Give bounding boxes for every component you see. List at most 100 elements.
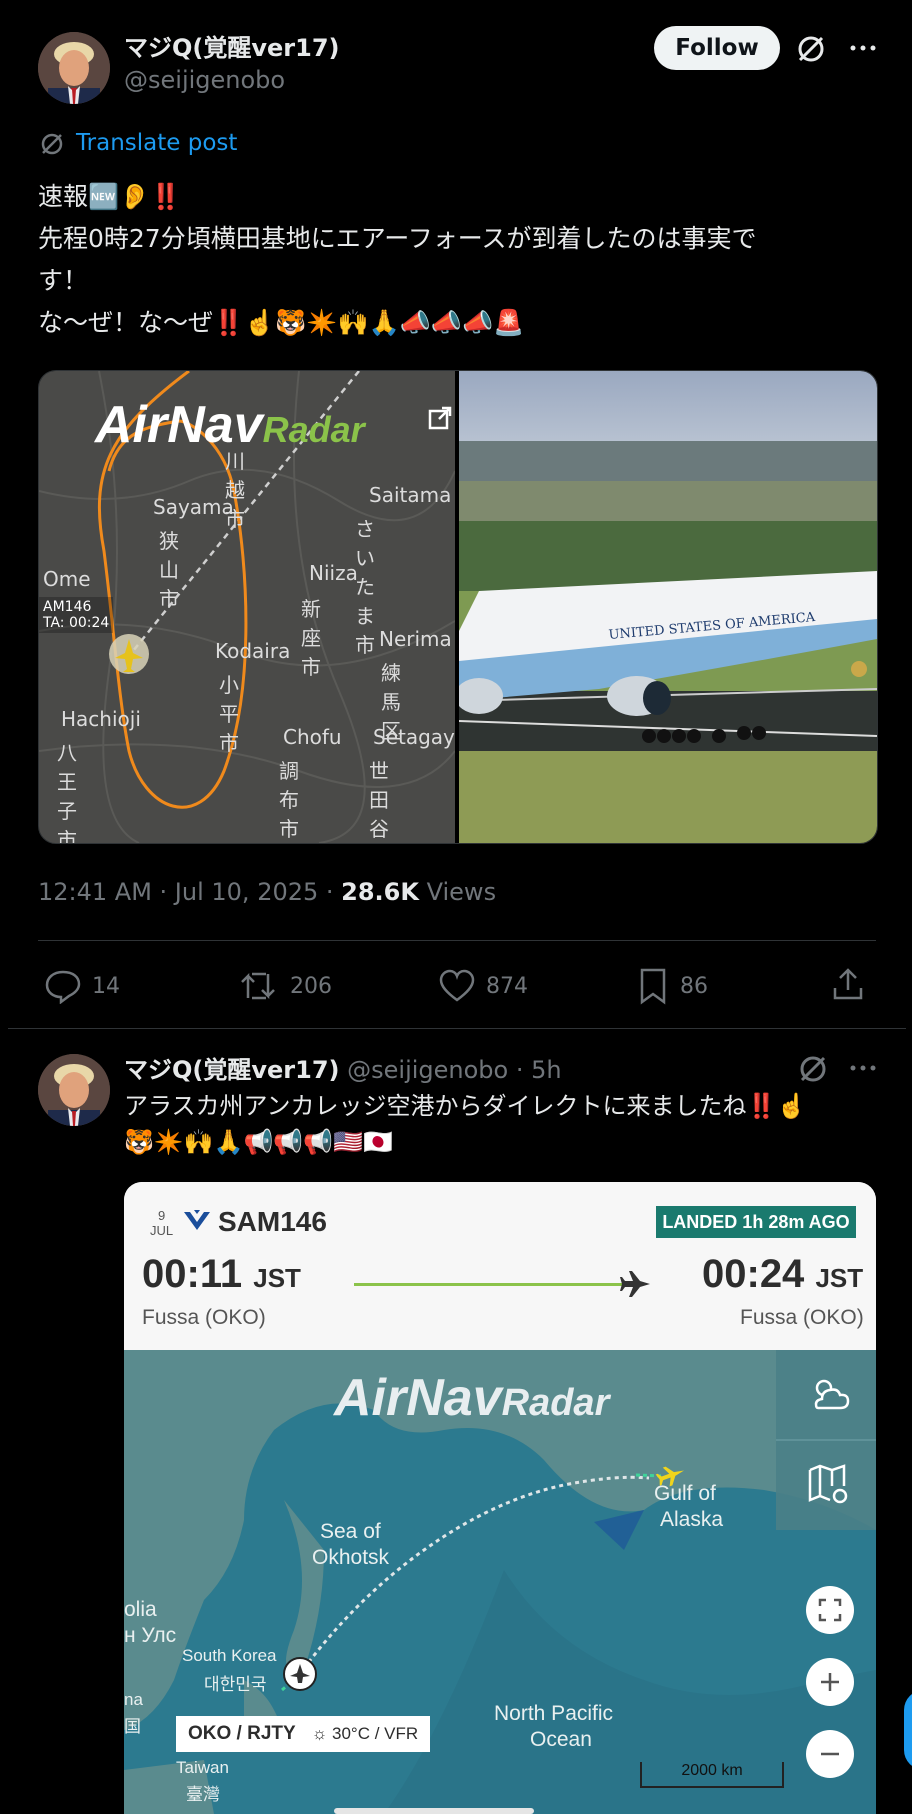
map-label: Kodaira [215, 639, 291, 663]
scroll-indicator [334, 1808, 534, 1814]
station-chip[interactable]: OKO / RJTY ☼ 30°C / VFR [176, 1716, 431, 1752]
bookmark-button[interactable]: 86 [636, 966, 708, 1006]
map-label: Sayama [153, 495, 234, 519]
map-layers-icon [808, 1464, 848, 1504]
repost-button[interactable]: 206 [238, 966, 332, 1006]
reply-button[interactable]: 14 [44, 966, 120, 1006]
tweet-text-line: 速報🆕👂‼️ [38, 182, 182, 211]
departure-time: 00:11 [142, 1252, 243, 1296]
map-label: 新座市 [301, 597, 321, 679]
map-label: Setagaya [373, 725, 468, 749]
follow-button[interactable]: Follow [654, 26, 780, 70]
radar-map-image[interactable]: AirNavRadar 川越市 Sayama 狭山市 Saitama さいたま市… [39, 371, 467, 844]
flight-tag-callsign: AM146 [43, 599, 92, 615]
tweet-text-line: 先程0時27分頃横田基地にエアーフォースが到着したのは事実で [38, 224, 757, 253]
post-meta: 12:41 AM · Jul 10, 2025 · 28.6K Views [38, 878, 496, 906]
departure-place: Fussa (OKO) [142, 1306, 266, 1329]
departure-tz: JST [253, 1263, 301, 1293]
map-label: Niiza [309, 561, 358, 585]
flight-tag: AM146 TA: 00:24 [39, 597, 114, 633]
usaf-icon [182, 1208, 212, 1234]
map-label: Ome [43, 567, 91, 591]
flight-month: JUL [150, 1223, 174, 1238]
post-age[interactable]: · 5h [516, 1056, 562, 1084]
divider [8, 1028, 906, 1029]
map-label: 狭山市 [159, 529, 179, 611]
map-label: н Улс [124, 1624, 177, 1647]
map-label: Okhotsk [312, 1546, 390, 1569]
map-label: Sea of [320, 1520, 381, 1543]
translate-icon[interactable] [38, 130, 66, 158]
more-icon[interactable] [848, 1056, 878, 1080]
divider [38, 940, 876, 941]
reply-icon [45, 970, 81, 1004]
author-name[interactable]: マジQ(覚醒ver17) [124, 28, 340, 63]
flight-card-image[interactable]: 9 JUL SAM146 LANDED 1h 28m AGO 00:11 JST… [124, 1182, 876, 1814]
map-label: 대한민국 [204, 1675, 267, 1694]
map-label: Gulf of [654, 1482, 716, 1505]
aircraft-photo[interactable]: UNITED STATES OF AMERICA [455, 371, 877, 843]
avatar[interactable] [38, 32, 110, 104]
media-grid: AirNavRadar 川越市 Sayama 狭山市 Saitama さいたま市… [38, 370, 878, 844]
heart-icon [439, 969, 475, 1002]
station-weather-wrap: ☼ 30°C / VFR [312, 1724, 418, 1744]
landed-badge: LANDED 1h 28m AGO [656, 1206, 856, 1238]
flight-progress-bar [354, 1283, 622, 1286]
author-handle[interactable]: @seijigenobo [124, 66, 285, 94]
arrival-time: 00:24 [702, 1252, 805, 1296]
departure-time-block: 00:11 JST [142, 1252, 301, 1297]
arrival-place: Fussa (OKO) [740, 1306, 864, 1329]
station-code: OKO / RJTY [188, 1723, 296, 1744]
tweet-text: アラスカ州アンカレッジ空港からダイレクトに来ましたね‼️☝️ 🐯✴️🙌🙏📢📢📢🇺… [124, 1088, 884, 1160]
repost-icon [241, 972, 275, 1000]
more-icon[interactable] [848, 36, 878, 60]
arrival-time-block: 00:24 JST [702, 1252, 863, 1297]
author-handle[interactable]: @seijigenobo [347, 1056, 508, 1084]
map-label: 調布市 [279, 759, 299, 841]
map-label: 小平市 [219, 673, 239, 755]
post-timestamp[interactable]: 12:41 AM · Jul 10, 2025 · [38, 878, 341, 906]
map-label: 八王子市 [57, 741, 77, 844]
plus-icon [821, 1673, 839, 1691]
zoom-out-button[interactable] [806, 1730, 854, 1778]
airnav-logo: AirNavRadar [334, 1369, 610, 1427]
floating-action-button[interactable] [904, 1690, 912, 1770]
weather-button[interactable] [804, 1370, 854, 1420]
map-label: 国 [124, 1717, 141, 1736]
map-scale: 2000 km [640, 1762, 784, 1788]
avatar[interactable] [38, 1054, 110, 1126]
flight-map: AirNavRadar Sea of Okhotsk Gulf of Alask… [124, 1350, 876, 1814]
grok-icon[interactable] [794, 32, 828, 66]
tweet-text-line: な〜ぜ！な〜ぜ‼️☝️🐯✴️🙌🙏📣📣📣🚨 [38, 308, 525, 337]
map-label: Alaska [660, 1508, 724, 1531]
map-settings-button[interactable] [804, 1460, 854, 1510]
plane-icon [620, 1268, 652, 1300]
map-label: Chofu [283, 725, 342, 749]
avatar-image [38, 32, 110, 104]
map-label: South Korea [182, 1646, 277, 1665]
map-label: さいたま市 [355, 517, 375, 657]
map-label: Ocean [530, 1728, 592, 1751]
flight-tag-eta: TA: 00:24 [43, 615, 110, 631]
tweet-text: 速報🆕👂‼️ 先程0時27分頃横田基地にエアーフォースが到着したのは事実で す！… [38, 176, 878, 344]
map-label: na [124, 1690, 143, 1709]
map-label: Nerima [379, 627, 452, 651]
map-label: Hachioji [61, 707, 141, 731]
grok-icon[interactable] [796, 1052, 830, 1086]
zoom-in-button[interactable] [806, 1658, 854, 1706]
author-name[interactable]: マジQ(覚醒ver17) [124, 1056, 340, 1084]
like-count: 874 [486, 973, 528, 999]
tweet2-header: マジQ(覚醒ver17) @seijigenobo · 5h [124, 1050, 562, 1085]
map-label: 世田谷区 [369, 759, 389, 841]
repost-count: 206 [290, 973, 332, 999]
views-label: Views [426, 878, 497, 906]
tweet-text-line: アラスカ州アンカレッジ空港からダイレクトに来ましたね‼️☝️ [124, 1092, 807, 1120]
like-button[interactable]: 874 [438, 966, 528, 1006]
tweet-text-line: 🐯✴️🙌🙏📢📢📢🇺🇸🇯🇵 [124, 1128, 393, 1156]
avatar-image [38, 1054, 110, 1126]
external-link-icon[interactable] [427, 405, 453, 431]
share-button[interactable] [830, 966, 870, 1006]
fullscreen-button[interactable] [806, 1586, 854, 1634]
fullscreen-icon [818, 1598, 842, 1622]
translate-post-link[interactable]: Translate post [76, 130, 237, 156]
